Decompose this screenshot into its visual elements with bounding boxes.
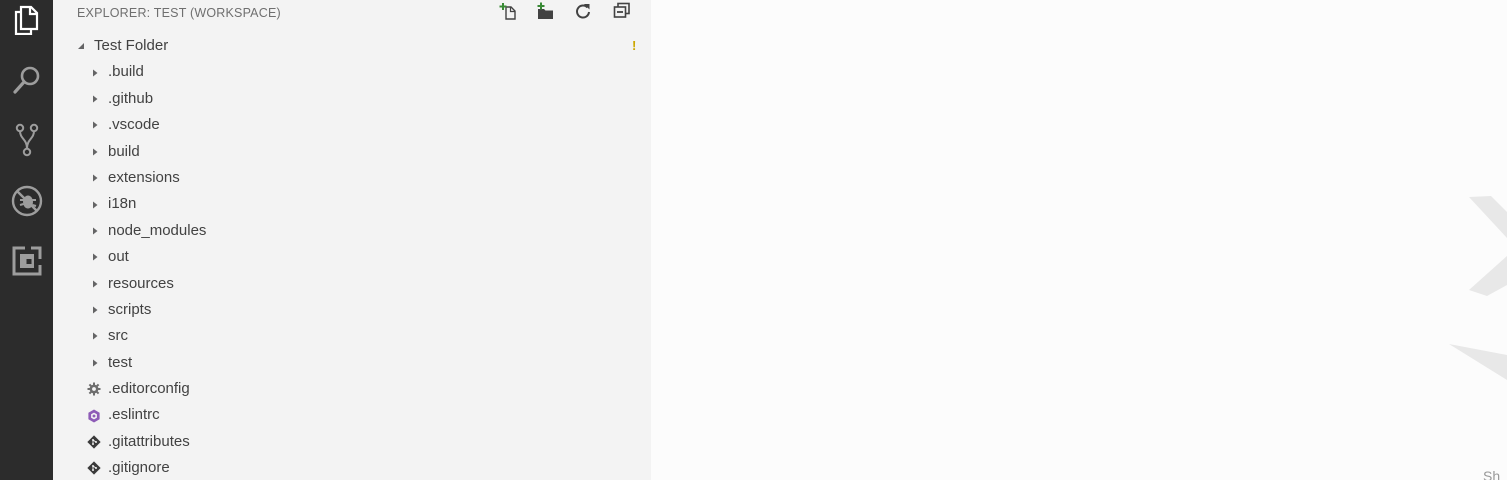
chevron-right-icon [89,59,101,85]
source-control-icon [12,123,42,157]
tree-folder[interactable]: src [53,323,651,349]
tree-folder-label: test [108,353,133,371]
activity-explorer[interactable] [0,0,53,50]
tree-folder[interactable]: extensions [53,165,651,191]
new-file-button[interactable] [497,2,519,25]
collapse-all-icon [613,2,631,25]
editor-area: Sh [651,0,1507,480]
tree-folder[interactable]: node_modules [53,218,651,244]
tree-folder-label: build [108,142,140,160]
explorer-title: EXPLORER: TEST (WORKSPACE) [77,6,281,20]
chevron-right-icon [89,139,101,165]
tree-file[interactable]: .gitignore [53,455,651,480]
tree-folder-label: node_modules [108,221,207,239]
git-icon [86,429,102,455]
file-tree: Test Folder ! .build .github .vscode bui… [53,33,651,480]
tree-root-folder[interactable]: Test Folder ! [53,33,651,59]
warning-badge: ! [632,38,637,53]
tree-folder-label: scripts [108,300,152,318]
activity-bar [0,0,53,480]
tree-folder[interactable]: i18n [53,191,651,217]
tree-file[interactable]: .eslintrc [53,402,651,428]
refresh-button[interactable] [572,3,594,23]
chevron-right-icon [89,165,101,191]
search-icon [12,65,42,95]
tree-folder[interactable]: build [53,139,651,165]
new-file-icon [499,2,517,25]
tree-folder-label: .vscode [108,116,160,134]
chevron-right-icon [89,244,101,270]
chevron-right-icon [89,191,101,217]
chevron-right-icon [89,112,101,138]
chevron-right-icon [89,323,101,349]
tree-folder[interactable]: scripts [53,297,651,323]
tree-folder-label: extensions [108,168,180,186]
eslint-icon [86,402,102,428]
chevron-right-icon [89,218,101,244]
tree-folder-label: out [108,248,129,266]
chevron-right-icon [89,297,101,323]
activity-search[interactable] [0,50,53,110]
new-folder-button[interactable] [534,2,556,25]
tree-folder-label: .github [108,89,154,107]
tree-folder[interactable]: out [53,244,651,270]
gear-icon [86,376,102,402]
editor-hint-text: Sh [1483,468,1501,480]
chevron-right-icon [89,86,101,112]
collapse-all-button[interactable] [611,2,633,25]
tree-file-label: .gitattributes [108,432,190,450]
explorer-header: EXPLORER: TEST (WORKSPACE) [53,0,651,26]
tree-file[interactable]: .gitattributes [53,429,651,455]
tree-folder[interactable]: .vscode [53,112,651,138]
files-icon [13,5,41,35]
extensions-icon [12,246,42,276]
tree-folder-label: src [108,327,128,345]
debug-icon [10,184,44,218]
tree-file-label: .gitignore [108,459,170,477]
new-folder-icon [536,2,554,25]
vscode-logo-watermark-icon [651,0,1507,480]
tree-folder-label: i18n [108,195,137,213]
tree-folder[interactable]: .github [53,86,651,112]
chevron-right-icon [89,350,101,376]
tree-folder[interactable]: resources [53,271,651,297]
tree-root-label: Test Folder [94,37,169,54]
chevron-right-icon [89,271,101,297]
tree-folder[interactable]: test [53,350,651,376]
git-icon [86,455,102,480]
chevron-down-icon [75,33,87,59]
activity-extensions[interactable] [0,231,53,291]
tree-folder-label: resources [108,274,174,292]
tree-file[interactable]: .editorconfig [53,376,651,402]
activity-debug[interactable] [0,171,53,231]
explorer-sidebar: EXPLORER: TEST (WORKSPACE) Test Folder !… [53,0,651,480]
vscode-window: EXPLORER: TEST (WORKSPACE) Test Folder !… [0,0,1507,480]
activity-source-control[interactable] [0,110,53,170]
tree-file-label: .editorconfig [108,380,190,398]
tree-folder-label: .build [108,63,144,81]
tree-folder[interactable]: .build [53,59,651,85]
tree-file-label: .eslintrc [108,406,160,424]
refresh-icon [574,2,592,25]
